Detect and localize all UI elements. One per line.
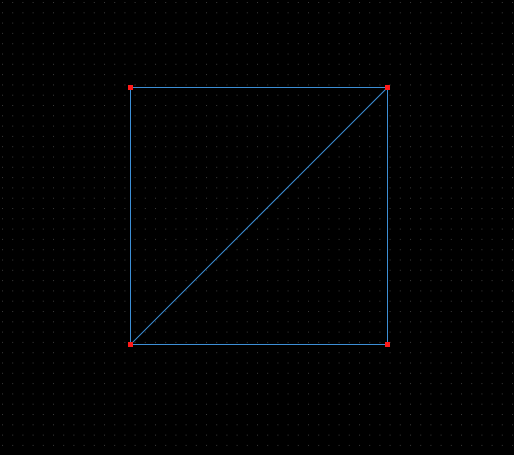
canvas-svg[interactable] bbox=[0, 0, 514, 455]
dot-grid bbox=[0, 0, 514, 455]
vertex-top-right[interactable] bbox=[385, 85, 390, 90]
vertex-bottom-left[interactable] bbox=[128, 342, 133, 347]
drawing-canvas[interactable] bbox=[0, 0, 514, 455]
vertex-top-left[interactable] bbox=[128, 85, 133, 90]
vertex-bottom-right[interactable] bbox=[385, 342, 390, 347]
